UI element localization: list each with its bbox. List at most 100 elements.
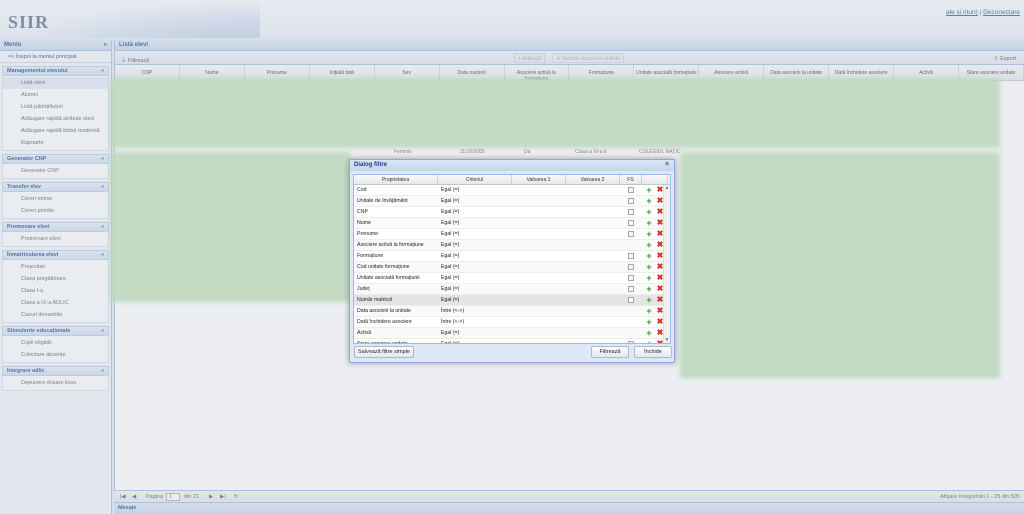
fs-cell — [620, 341, 642, 343]
filter-criterion[interactable]: Egal (=) — [438, 198, 512, 204]
close-dialog-button[interactable]: Închide — [634, 346, 672, 358]
filter-row[interactable]: Asociere activă la formațiune Egal (=) + ✖ — [354, 240, 670, 251]
add-icon[interactable]: + — [645, 197, 653, 206]
filter-row[interactable]: Cod Egal (=) + ✖ — [354, 185, 670, 196]
fs-checkbox[interactable] — [628, 231, 634, 237]
fs-cell — [620, 198, 642, 204]
filter-row[interactable]: Data asocierii la unitate Între (<->) + ✖ — [354, 306, 670, 317]
fs-checkbox[interactable] — [628, 297, 634, 303]
filter-criterion[interactable]: Egal (=) — [438, 242, 512, 248]
filter-property: Unitate asociată formațiunii — [357, 275, 420, 281]
filter-property: Număr matricol — [357, 297, 393, 303]
vertical-scrollbar[interactable]: ▲ ▼ — [663, 185, 670, 343]
add-icon[interactable]: + — [645, 318, 653, 327]
filter-property: Dată închidere asociere — [357, 319, 412, 325]
filter-criterion[interactable]: Egal (=) — [438, 330, 512, 336]
filter-row[interactable]: Județ Egal (=) + ✖ — [354, 284, 670, 295]
filter-property: Stare asociere unitate — [357, 341, 408, 344]
filter-criterion[interactable]: Egal (=) — [438, 297, 512, 303]
filter-row[interactable]: Unitate asociată formațiunii Egal (=) + ✖ — [354, 273, 670, 284]
close-icon[interactable]: × — [663, 161, 671, 169]
dialog-title: Dialog filtre — [354, 162, 388, 168]
fs-checkbox[interactable] — [628, 286, 634, 292]
col-header[interactable]: Valoarea 1 — [512, 175, 566, 184]
fs-cell — [620, 220, 642, 226]
fs-cell — [620, 275, 642, 281]
filter-property: Cod unitate formațiune — [357, 264, 410, 270]
filter-grid-body: Cod Egal (=) + ✖ Unitate de învățământ Egal (… — [354, 185, 670, 344]
fs-checkbox[interactable] — [628, 275, 634, 281]
filter-grid-header: Proprietatea Criteriul Valoarea 1 Valoar… — [354, 175, 670, 185]
save-simple-filters-button[interactable]: Salvează filtre simple — [354, 346, 414, 358]
filter-row[interactable]: Unitate de învățământ Egal (=) + ✖ — [354, 196, 670, 207]
filter-row[interactable]: Activă Egal (=) + ✖ — [354, 328, 670, 339]
filter-criterion[interactable]: Egal (=) — [438, 253, 512, 259]
add-icon[interactable]: + — [645, 307, 653, 316]
filter-property: Data asocierii la unitate — [357, 308, 411, 314]
apply-filter-button[interactable]: Filtrează — [591, 346, 629, 358]
add-icon[interactable]: + — [645, 230, 653, 239]
filter-property: Nume — [357, 220, 371, 226]
filter-criterion[interactable]: Egal (=) — [438, 275, 512, 281]
scroll-up-icon[interactable]: ▲ — [664, 185, 670, 191]
filter-property: Cod — [357, 187, 367, 193]
add-icon[interactable]: + — [645, 285, 653, 294]
col-header-actions — [642, 175, 668, 184]
fs-checkbox[interactable] — [628, 341, 634, 343]
filter-grid: Proprietatea Criteriul Valoarea 1 Valoar… — [353, 174, 671, 344]
filter-property: Activă — [357, 330, 372, 336]
add-icon[interactable]: + — [645, 263, 653, 272]
filter-row[interactable]: Nume Egal (=) + ✖ — [354, 218, 670, 229]
filter-row[interactable]: Formațiune Egal (=) + ✖ — [354, 251, 670, 262]
scroll-down-icon[interactable]: ▼ — [664, 337, 670, 343]
col-header[interactable]: Proprietatea — [354, 175, 438, 184]
filter-criterion[interactable]: Între (<->) — [438, 319, 512, 325]
col-header[interactable]: FS — [620, 175, 642, 184]
filter-row[interactable]: Prenume Egal (=) + ✖ — [354, 229, 670, 240]
filter-row[interactable]: Cod unitate formațiune Egal (=) + ✖ — [354, 262, 670, 273]
add-icon[interactable]: + — [645, 252, 653, 261]
col-header[interactable]: Valoarea 2 — [566, 175, 620, 184]
add-icon[interactable]: + — [645, 208, 653, 217]
add-icon[interactable]: + — [645, 219, 653, 228]
filter-property: Județ — [357, 286, 370, 292]
fs-checkbox[interactable] — [628, 220, 634, 226]
fs-cell — [620, 297, 642, 303]
add-icon[interactable]: + — [645, 340, 653, 344]
filter-criterion[interactable]: Egal (=) — [438, 187, 512, 193]
filter-criterion[interactable]: Între (<->) — [438, 308, 512, 314]
filter-row[interactable]: Stare asociere unitate Egal (=) + ✖ — [354, 339, 670, 344]
filter-criterion[interactable]: Egal (=) — [438, 231, 512, 237]
fs-cell — [620, 253, 642, 259]
filter-property: Formațiune — [357, 253, 384, 259]
dialog-title-bar: Dialog filtre × — [350, 160, 674, 171]
fs-cell — [620, 286, 642, 292]
filter-row[interactable]: Număr matricol Egal (=) + ✖ — [354, 295, 670, 306]
filter-criterion[interactable]: Egal (=) — [438, 220, 512, 226]
fs-checkbox[interactable] — [628, 187, 634, 193]
filter-property: Asociere activă la formațiune — [357, 242, 424, 248]
add-icon[interactable]: + — [645, 274, 653, 283]
filter-dialog: Dialog filtre × Proprietatea Criteriul V… — [349, 159, 675, 363]
filter-row[interactable]: Dată închidere asociere Între (<->) + ✖ — [354, 317, 670, 328]
fs-checkbox[interactable] — [628, 253, 634, 259]
filter-criterion[interactable]: Egal (=) — [438, 264, 512, 270]
fs-checkbox[interactable] — [628, 209, 634, 215]
filter-criterion[interactable]: Egal (=) — [438, 286, 512, 292]
add-icon[interactable]: + — [645, 241, 653, 250]
fs-checkbox[interactable] — [628, 264, 634, 270]
add-icon[interactable]: + — [645, 186, 653, 195]
add-icon[interactable]: + — [645, 329, 653, 338]
filter-row[interactable]: CNP Egal (=) + ✖ — [354, 207, 670, 218]
fs-cell — [620, 187, 642, 193]
fs-checkbox[interactable] — [628, 198, 634, 204]
add-icon[interactable]: + — [645, 296, 653, 305]
col-header[interactable]: Criteriul — [438, 175, 512, 184]
fs-cell — [620, 231, 642, 237]
fs-cell — [620, 209, 642, 215]
filter-property: Prenume — [357, 231, 379, 237]
filter-property: Unitate de învățământ — [357, 198, 408, 204]
filter-criterion[interactable]: Egal (=) — [438, 209, 512, 215]
fs-cell — [620, 264, 642, 270]
filter-criterion[interactable]: Egal (=) — [438, 341, 512, 343]
